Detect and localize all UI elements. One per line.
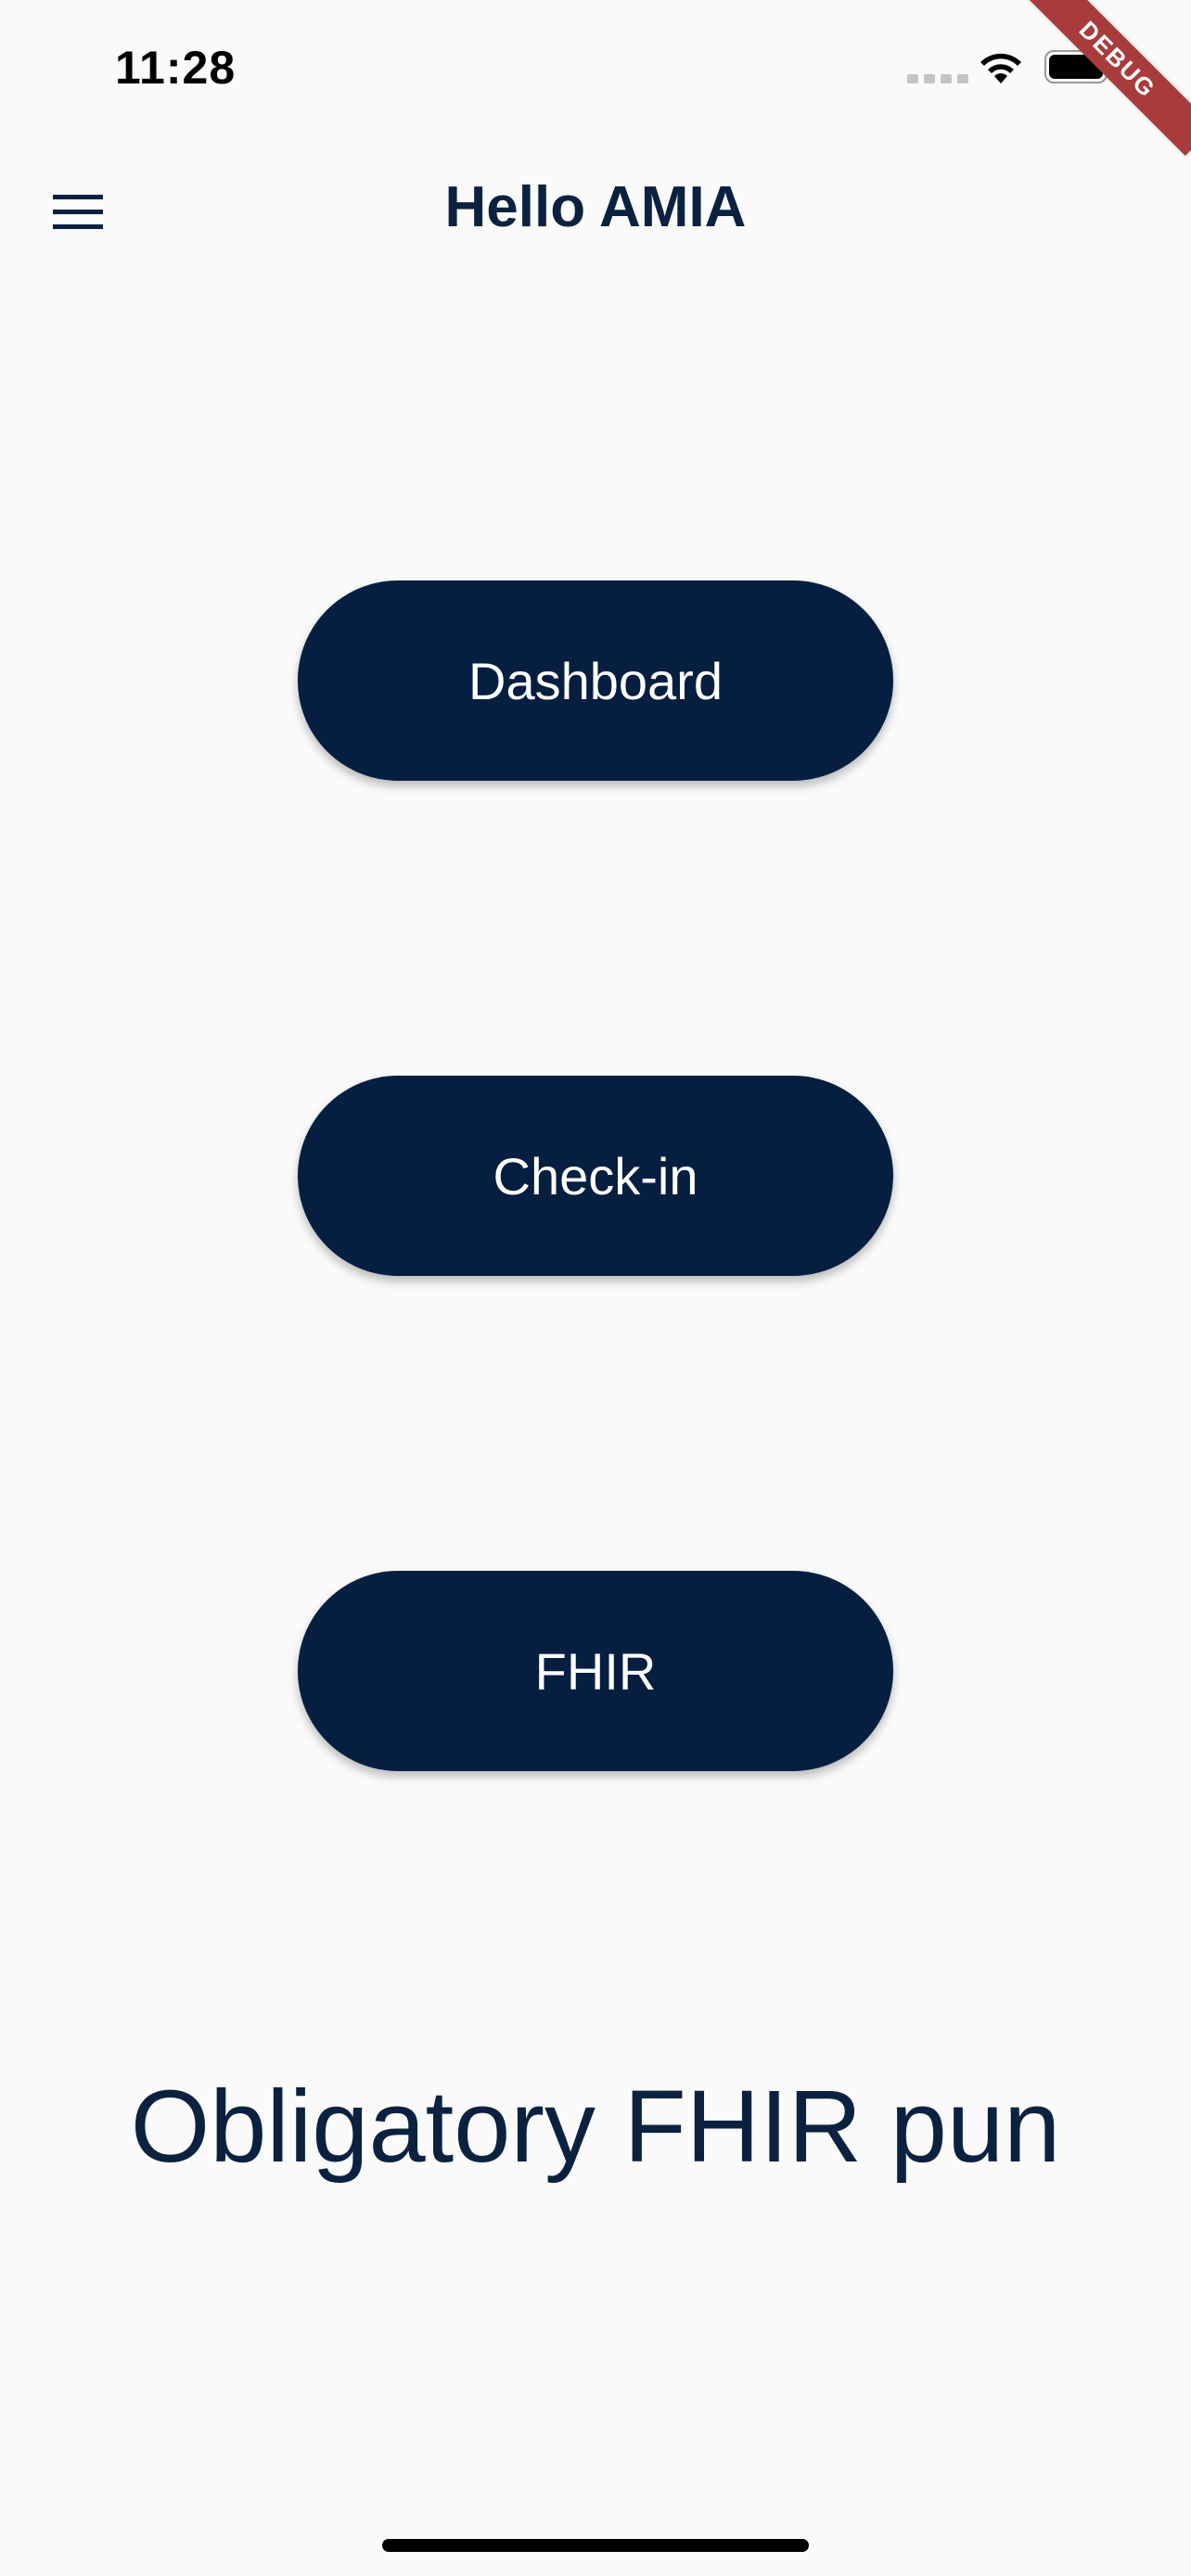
- dashboard-button[interactable]: Dashboard: [298, 580, 893, 781]
- status-time: 11:28: [115, 42, 237, 94]
- check-in-button[interactable]: Check-in: [298, 1076, 893, 1276]
- fhir-button[interactable]: FHIR: [298, 1571, 893, 1771]
- page-title: Hello AMIA: [444, 175, 747, 239]
- home-indicator[interactable]: [382, 2539, 809, 2552]
- status-bar: 11:28: [0, 0, 1191, 139]
- cellular-signal-icon: [907, 74, 968, 83]
- pun-text: Obligatory FHIR pun: [130, 2070, 1061, 2184]
- wifi-icon: [980, 53, 1021, 83]
- app-bar: Hello AMIA: [0, 139, 1191, 278]
